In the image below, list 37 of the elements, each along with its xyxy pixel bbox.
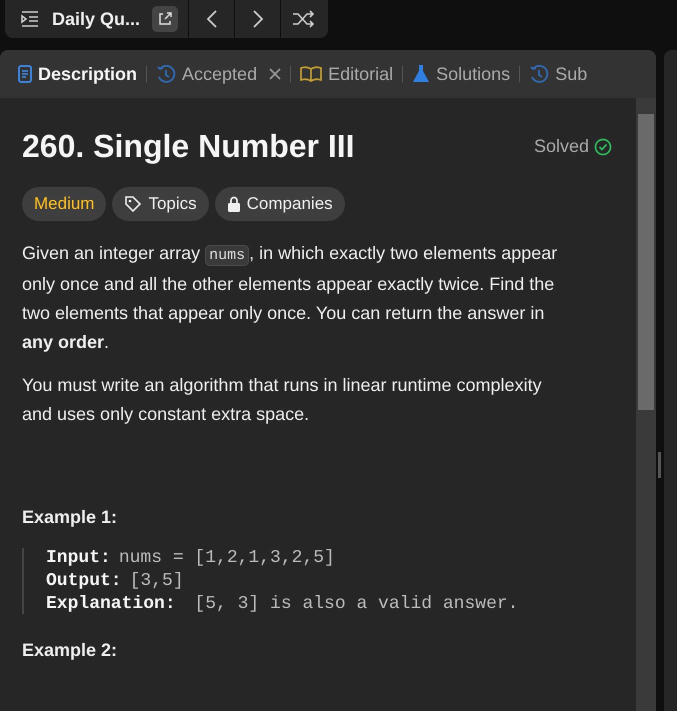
lock-icon bbox=[226, 196, 241, 212]
history-icon bbox=[156, 64, 176, 84]
document-icon bbox=[18, 65, 32, 83]
close-icon[interactable] bbox=[269, 68, 282, 80]
example-label: Explanation: bbox=[46, 594, 176, 614]
shuffle-icon bbox=[292, 10, 316, 28]
solved-status: Solved bbox=[534, 136, 589, 157]
scrollbar[interactable] bbox=[636, 98, 656, 711]
tag-button[interactable]: Companies bbox=[214, 187, 345, 221]
panel-tab[interactable]: Editorial bbox=[300, 64, 394, 84]
panel-tab[interactable]: Accepted bbox=[156, 64, 282, 84]
example-value: nums = [1,2,1,3,2,5] bbox=[118, 548, 335, 568]
external-link-icon[interactable] bbox=[152, 6, 178, 32]
example-heading: Example 1: bbox=[22, 507, 118, 528]
book-icon bbox=[300, 66, 322, 82]
list-icon[interactable] bbox=[20, 10, 40, 28]
tag-button[interactable]: Topics bbox=[112, 187, 209, 221]
example-label: Input: bbox=[46, 548, 111, 568]
tag-icon bbox=[124, 195, 142, 213]
difficulty-badge: Medium bbox=[22, 187, 106, 221]
problem-description: You must write an algorithm that runs in linear runtime complexity and uses only constant extra space. bbox=[22, 374, 543, 426]
problem-description: Given an integer array nums , in which exactly two elements appear only once and all the other elements appear exactly twice. Find the two elements that appear only once. You can return the answer in any order. bbox=[22, 242, 558, 354]
flask-icon bbox=[412, 64, 430, 84]
daily-question-title[interactable]: Daily Qu... bbox=[52, 8, 140, 30]
history-icon bbox=[529, 64, 550, 84]
panel-tab[interactable]: Solutions bbox=[412, 64, 510, 84]
check-circle-icon bbox=[594, 138, 612, 156]
chevron-right-icon bbox=[252, 9, 264, 29]
example-value: [3,5] bbox=[130, 571, 184, 591]
panel-tab[interactable]: Sub bbox=[529, 64, 588, 84]
example-value: [5, 3] is also a valid answer. bbox=[193, 594, 518, 614]
chevron-left-icon bbox=[206, 9, 218, 29]
example-heading: Example 2: bbox=[22, 640, 118, 661]
scrollbar-thumb[interactable] bbox=[638, 114, 654, 410]
example-label: Output: bbox=[46, 571, 122, 591]
panel-tab[interactable]: Description bbox=[18, 64, 138, 84]
problem-title: 260. Single Number III bbox=[22, 128, 355, 165]
